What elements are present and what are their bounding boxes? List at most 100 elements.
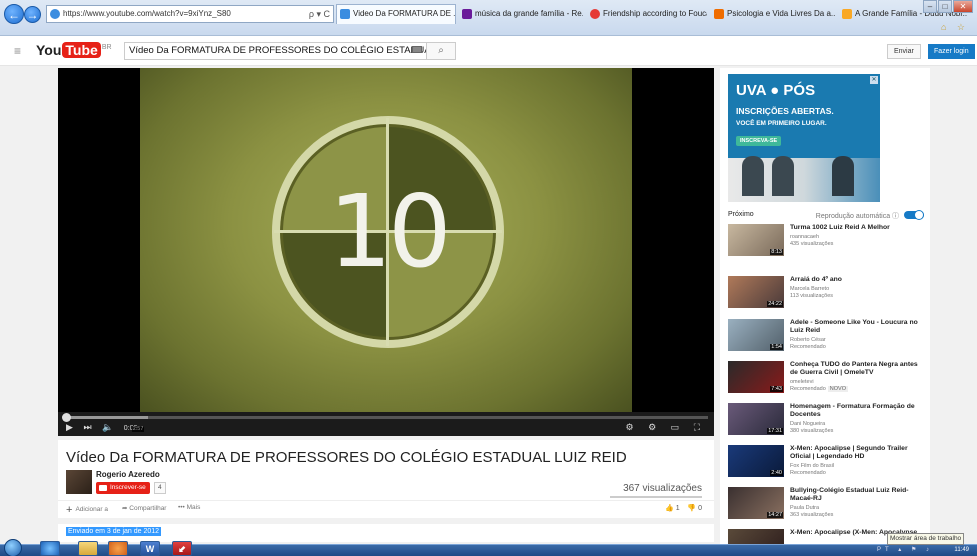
browser-tab-2[interactable]: música da grande família - Re...	[458, 4, 584, 24]
acrobat-icon[interactable]: ⬋	[172, 541, 192, 556]
word-icon[interactable]: W	[140, 541, 160, 556]
scrubber-handle[interactable]	[62, 413, 71, 422]
player-right-controls[interactable]: ⚙ ⚙ ▭ ⛶	[626, 422, 706, 433]
list-item[interactable]: 8:13 Turma 1002 Luiz Reid A Melhor roann…	[728, 224, 928, 262]
browser-tab-1[interactable]: Video Da FORMATURA DE ...×	[336, 4, 456, 24]
related-video-title[interactable]: Conheça TUDO do Pantera Negra antes de G…	[790, 361, 926, 377]
list-item[interactable]: 7:43 Conheça TUDO do Pantera Negra antes…	[728, 361, 928, 399]
ad-subline: VOCÊ EM PRIMEIRO LUGAR.	[736, 120, 827, 127]
autoplay-control: Reprodução automática ⓘ	[816, 210, 924, 221]
browser-chrome: ← → https://www.youtube.com/watch?v=9xiY…	[0, 0, 977, 36]
video-thumbnail[interactable]: 24:22	[728, 276, 784, 308]
video-thumbnail[interactable]: 7:43	[728, 361, 784, 393]
video-frame[interactable]: 10	[140, 68, 632, 412]
folder-icon[interactable]	[78, 541, 98, 556]
search-input[interactable]: Vídeo Da FORMATURA DE PROFESSORES DO COL…	[124, 42, 442, 60]
internet-explorer-icon[interactable]	[40, 541, 60, 556]
video-thumbnail[interactable]: 8:13	[728, 224, 784, 256]
browser-tab-4[interactable]: Psicologia e Vida Livres Da a...	[710, 4, 836, 24]
list-item[interactable]: 24:22 Arraiá do 4º ano Marcela Barreto 1…	[728, 276, 928, 314]
system-tray-icons[interactable]: PT ▴ ⚑ ♪	[877, 546, 933, 553]
subscriber-count: 4	[154, 482, 166, 494]
list-item[interactable]: 1:54 Adele - Someone Like You - Loucura …	[728, 319, 928, 357]
progress-bar[interactable]	[62, 413, 708, 422]
like-ratio-bar	[610, 496, 702, 498]
forward-button[interactable]: →	[24, 6, 41, 23]
tab-favicon-icon	[714, 9, 724, 19]
autoplay-toggle[interactable]	[904, 210, 924, 220]
duration-badge: 2:40	[770, 470, 783, 476]
duration-badge: 8:13	[770, 249, 783, 255]
address-controls-icon[interactable]: ρ ▾ C	[309, 6, 330, 22]
related-video-meta: Recomendado NOVO	[790, 386, 848, 393]
ad-person-figure	[772, 156, 794, 196]
tab-favicon-icon	[462, 9, 472, 19]
login-button[interactable]: Fazer login	[928, 44, 975, 59]
show-desktop-tooltip: Mostrar área de trabalho	[887, 533, 965, 545]
logo-you-text: You	[36, 42, 62, 58]
menu-icon[interactable]: ≡	[14, 44, 21, 58]
keyboard-icon[interactable]	[412, 46, 422, 53]
youtube-logo[interactable]: You Tube BR	[36, 42, 112, 58]
related-video-channel: Paula Dutra	[790, 505, 820, 511]
next-icon[interactable]: ⏭	[83, 422, 91, 432]
video-thumbnail[interactable]: 2:40	[728, 445, 784, 477]
info-icon[interactable]: ⓘ	[892, 213, 899, 220]
related-video-title[interactable]: Bullying-Colégio Estadual Luiz Reid-Maca…	[790, 487, 926, 503]
add-to-button[interactable]: + Adicionar a	[66, 504, 108, 516]
avatar[interactable]	[66, 470, 92, 494]
search-button[interactable]: ⌕	[426, 42, 456, 60]
video-thumbnail[interactable]	[728, 529, 784, 544]
related-video-title[interactable]: Homenagem - Formatura Formação de Docent…	[790, 403, 926, 419]
ad-banner[interactable]: UVA ● PÓS INSCRIÇÕES ABERTAS. VOCÊ EM PR…	[728, 74, 880, 202]
video-thumbnail[interactable]: 17:31	[728, 403, 784, 435]
home-favorites-icons[interactable]: ⌂ ☆	[941, 22, 969, 33]
video-thumbnail[interactable]: 1:54	[728, 319, 784, 351]
thumbs-up-icon: 👍	[665, 505, 674, 512]
add-to-label: Adicionar a	[75, 506, 108, 513]
windows-taskbar: W ⬋ Mostrar área de trabalho PT ▴ ⚑ ♪ 11…	[0, 533, 977, 556]
description-box: Enviado em 3 de jan de 2012	[58, 524, 714, 542]
clock[interactable]: 11:49	[954, 545, 969, 555]
ad-person-figure	[742, 156, 764, 196]
duration-badge: 7:43	[770, 386, 783, 392]
list-item[interactable]: 14:27 Bullying-Colégio Estadual Luiz Rei…	[728, 487, 928, 525]
dislike-button[interactable]: 👎 0	[687, 505, 702, 512]
volume-icon[interactable]: 🔈	[102, 422, 113, 432]
ad-close-icon[interactable]: ✕	[870, 76, 878, 84]
more-button[interactable]: ••• Mais	[178, 504, 200, 511]
play-icon[interactable]: ▶	[66, 422, 73, 432]
media-player-icon[interactable]	[108, 541, 128, 556]
list-item[interactable]: 17:31 Homenagem - Formatura Formação de …	[728, 403, 928, 441]
countdown-number: 10	[328, 173, 451, 290]
related-video-title[interactable]: X-Men: Apocalipse | Segundo Trailer Ofic…	[790, 445, 926, 461]
browser-tab-label: Psicologia e Vida Livres Da a...	[727, 9, 836, 18]
close-window-icon[interactable]: ✕	[953, 0, 973, 13]
logo-tube-text: Tube	[62, 42, 101, 58]
ad-cta-button[interactable]: INSCREVA-SE	[736, 136, 782, 146]
related-video-title[interactable]: Arraiá do 4º ano	[790, 276, 926, 284]
video-player[interactable]: 10 ▶ ⏭ 🔈 0:00 / 2:57 ⚙ ⚙ ▭ ⛶	[58, 68, 714, 436]
related-video-meta-text: Recomendado	[790, 386, 826, 392]
browser-tab-3[interactable]: Friendship according to Fouca...	[586, 4, 708, 24]
maximize-icon[interactable]: □	[938, 0, 952, 13]
list-item[interactable]: 2:40 X-Men: Apocalipse | Segundo Trailer…	[728, 445, 928, 483]
related-video-title[interactable]: Adele - Someone Like You - Loucura no Lu…	[790, 319, 926, 335]
address-bar[interactable]: https://www.youtube.com/watch?v=9xiYnz_S…	[46, 5, 334, 23]
like-button[interactable]: 👍 1	[665, 505, 680, 512]
video-thumbnail[interactable]: 14:27	[728, 487, 784, 519]
search-icon: ⌕	[438, 45, 444, 56]
channel-name[interactable]: Rogerio Azeredo	[96, 470, 160, 479]
site-globe-icon	[50, 9, 60, 19]
buffered-bar	[64, 416, 148, 419]
back-button[interactable]: ←	[4, 4, 24, 24]
subscribe-button[interactable]: Inscrever-se	[96, 482, 150, 494]
related-video-title[interactable]: Turma 1002 Luiz Reid A Melhor	[790, 224, 926, 232]
share-button[interactable]: ➦ Compartilhar	[122, 504, 166, 512]
more-label: Mais	[186, 504, 201, 511]
duration-badge: 17:31	[767, 428, 783, 434]
minimize-icon[interactable]: –	[923, 0, 937, 13]
like-count: 1	[675, 505, 680, 512]
start-button[interactable]	[4, 539, 22, 556]
upload-button[interactable]: Enviar	[887, 44, 921, 59]
